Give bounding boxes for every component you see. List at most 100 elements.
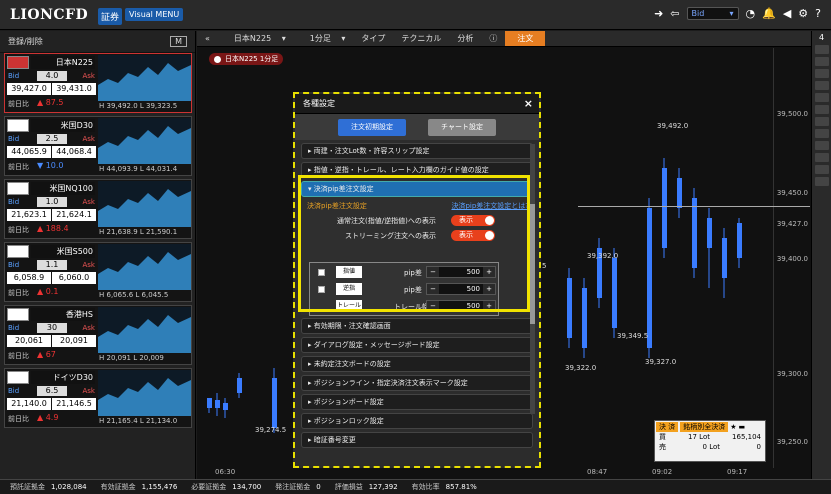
type-button[interactable]: タイプ [353,33,393,44]
tab-chart-settings[interactable]: チャート設定 [428,118,496,136]
high-low: H 21,638.9 L 21,590.1 [99,228,178,236]
ask-label: Ask [82,135,96,143]
price-tick: 39,450.0 [776,189,808,197]
close-all-by-symbol-button[interactable]: 銘柄別全決済 [680,421,729,432]
register-button[interactable]: 登録/削除 [8,36,43,47]
tool-icon[interactable] [814,153,829,162]
high-low: H 6,065.6 L 6,045.5 [99,291,169,299]
bell-icon[interactable]: 🔔 [762,7,776,20]
info-icon[interactable]: ⓘ [481,33,505,44]
price-annotation: 5 [542,262,546,270]
bid-value[interactable]: 6,058.9 [7,272,51,284]
tool-icon[interactable] [814,165,829,174]
rate-tile[interactable]: ドイツD30 Bid 6.5 Ask 21,140.0 21,146.5 前日比… [4,368,192,428]
symbol-name: 香港HS [31,308,95,321]
flag-icon [7,308,29,321]
help-icon[interactable]: ? [815,7,821,20]
menu-icon[interactable]: M [170,36,187,47]
tool-icon[interactable] [814,57,829,66]
bid-label: Bid [8,261,20,269]
technical-button[interactable]: テクニカル [393,33,449,44]
bid-label: Bid [8,198,20,206]
bid-value[interactable]: 44,065.9 [7,146,51,158]
change-value: ▼ 10.0 [37,161,64,170]
candle [272,378,277,428]
interval-select[interactable]: 1分足 ▾ [294,33,354,44]
clock-icon[interactable]: ◔ [746,7,756,20]
collapse-icon[interactable]: « [197,34,218,43]
flag-icon [7,245,29,258]
tool-icon[interactable] [814,105,829,114]
high-low: H 20,091 L 20,009 [99,354,164,362]
megaphone-icon[interactable]: ◀ [783,7,791,20]
minimize-icon[interactable]: ▬ [739,423,746,431]
ask-value[interactable]: 6,060.0 [52,272,96,284]
tool-icon[interactable] [814,177,829,186]
rate-tile[interactable]: 日本N225 Bid 4.0 Ask 39,427.0 39,431.0 前日比… [4,53,192,113]
bid-value[interactable]: 21,623.1 [7,209,51,221]
tool-icon[interactable] [814,69,829,78]
section-expiry[interactable]: ▸ 有効期限・注文確認画面 [301,318,533,334]
symbol-select[interactable]: 日本N225 ▾ [218,33,294,44]
tool-icon[interactable] [814,129,829,138]
rate-tile[interactable]: 米国S500 Bid 1.1 Ask 6,058.9 6,060.0 前日比 ▲… [4,242,192,302]
dialog-tabs: 注文初期設定 チャート設定 [295,114,539,140]
tab-order-settings[interactable]: 注文初期設定 [338,118,406,136]
ask-value[interactable]: 20,091 [52,335,96,347]
tool-icon[interactable] [814,93,829,102]
status-value: 0 [316,483,321,491]
flag-icon [7,119,29,132]
bid-value[interactable]: 21,140.0 [7,398,51,410]
section-position-lock[interactable]: ▸ ポジションロック設定 [301,413,533,429]
section-unfilled[interactable]: ▸ 未約定注文ボードの設定 [301,356,533,372]
logout-icon[interactable]: ⇦ [670,7,679,20]
ask-value[interactable]: 21,146.5 [52,398,96,410]
visual-menu-button[interactable]: Visual MENU [125,8,184,21]
rate-tile[interactable]: 米国D30 Bid 2.5 Ask 44,065.9 44,068.4 前日比 … [4,116,192,176]
tool-icon[interactable] [814,81,829,90]
dialog-scrollbar[interactable] [530,144,535,414]
candle [237,378,242,393]
bid-value[interactable]: 20,061 [7,335,51,347]
ask-label: Ask [82,72,96,80]
sparkline [98,244,191,290]
ask-label: Ask [82,261,96,269]
close-button[interactable]: 決 済 [656,421,679,432]
tool-icon[interactable] [814,117,829,126]
close-icon[interactable]: × [524,97,533,110]
rate-tile[interactable]: 米国NQ100 Bid 1.0 Ask 21,623.1 21,624.1 前日… [4,179,192,239]
bid-label: Bid [8,324,20,332]
ask-value[interactable]: 39,431.0 [52,83,96,95]
price-annotation: 39,322.0 [565,364,596,372]
order-button[interactable]: 注文 [505,31,546,46]
section-dialog[interactable]: ▸ ダイアログ設定・メッセージボード設定 [301,337,533,353]
candle [662,168,667,248]
star-icon[interactable]: ★ [730,423,736,431]
ask-value[interactable]: 44,068.4 [52,146,96,158]
analysis-button[interactable]: 分析 [449,33,481,44]
candle [692,198,697,268]
ask-value[interactable]: 21,624.1 [52,209,96,221]
tool-icon[interactable] [814,141,829,150]
rate-tile[interactable]: 香港HS Bid 30 Ask 20,061 20,091 前日比 ▲ 67 H… [4,305,192,365]
status-value: 1,028,084 [51,483,87,491]
section-pin[interactable]: ▸ 暗証番号変更 [301,432,533,448]
login-icon[interactable]: ➜ [654,7,663,20]
top-icons: ➜ ⇦ Bid ▾ ◔ 🔔 ◀ ⚙ ? [654,7,821,20]
candle [707,218,712,248]
symbol-name: 米国S500 [31,245,95,258]
flag-icon [7,371,29,384]
gear-icon[interactable]: ⚙ [798,7,808,20]
prev-label: 前日比 [8,100,29,108]
bid-select[interactable]: Bid ▾ [686,7,739,20]
spread: 4.0 [37,71,67,81]
ask-label: Ask [82,324,96,332]
register-header: 登録/削除 M [0,31,195,53]
section-hedge[interactable]: ▸ 両建・注文Lot数・許容スリップ設定 [301,143,533,159]
bid-value[interactable]: 39,427.0 [7,83,51,95]
tool-icon[interactable] [814,45,829,54]
sell-lot: 0 Lot [702,443,720,451]
section-position-board[interactable]: ▸ ポジションボード設定 [301,394,533,410]
section-position-line[interactable]: ▸ ポジションライン・指定決済注文表示マーク設定 [301,375,533,391]
candle [215,400,220,408]
